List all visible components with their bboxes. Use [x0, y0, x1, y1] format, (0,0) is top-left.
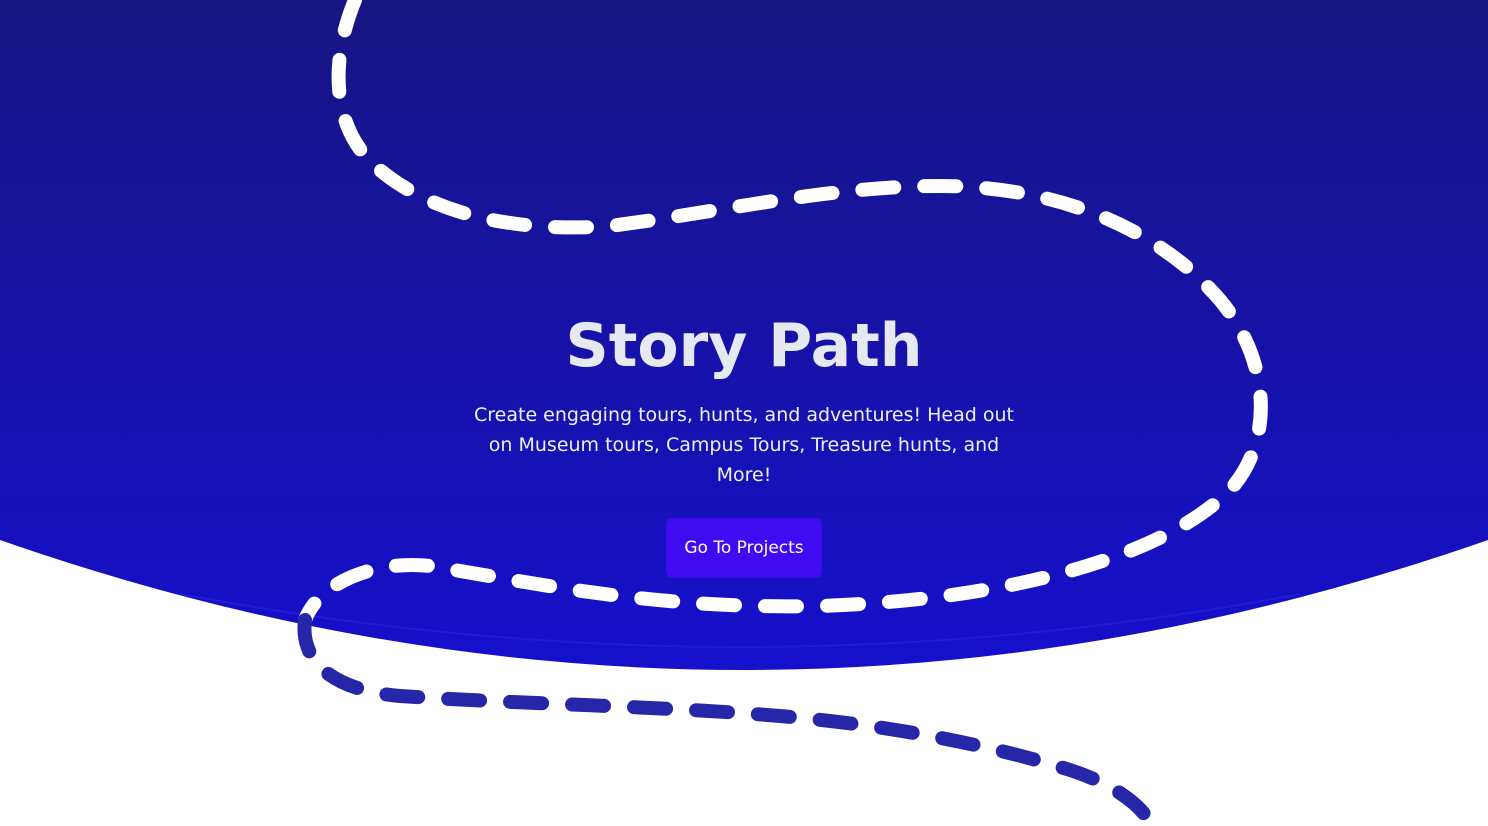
- go-to-projects-button[interactable]: Go To Projects: [666, 518, 822, 578]
- hero-subtitle: Create engaging tours, hunts, and advent…: [474, 404, 1014, 486]
- hero-section: Story Path Create engaging tours, hunts,…: [0, 0, 1488, 826]
- trail-segment-bottom: [297, 613, 1159, 826]
- hero-content: Story Path Create engaging tours, hunts,…: [0, 310, 1488, 578]
- page-title: Story Path: [565, 311, 923, 381]
